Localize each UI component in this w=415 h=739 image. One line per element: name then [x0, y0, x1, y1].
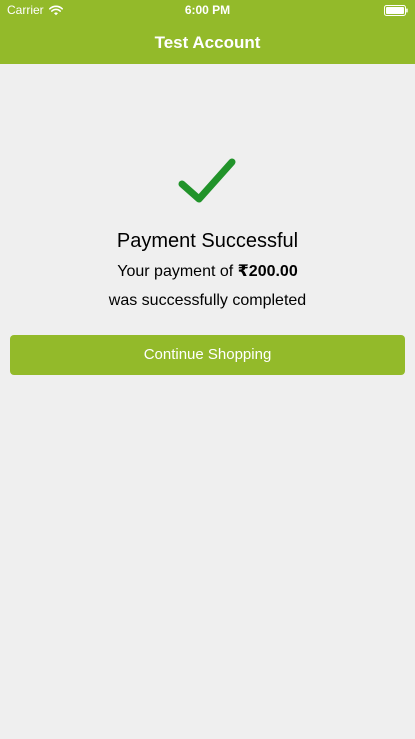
payment-message-line: Your payment of ₹200.00: [0, 262, 415, 282]
payment-amount: ₹200.00: [237, 263, 298, 280]
status-bar: Carrier 6:00 PM: [0, 0, 415, 20]
payment-completion-message: was successfully completed: [108, 292, 307, 309]
status-time: 6:00 PM: [184, 3, 231, 17]
continue-shopping-button[interactable]: Continue Shopping: [10, 335, 405, 375]
payment-title: Payment Successful: [116, 230, 299, 252]
battery-icon: [384, 5, 408, 16]
payment-message-prefix: Your payment of: [117, 263, 234, 280]
checkmark-icon: [178, 158, 236, 203]
top-bar: Carrier 6:00 PM Test Account: [0, 0, 415, 64]
page-title: Test Account: [154, 33, 261, 52]
